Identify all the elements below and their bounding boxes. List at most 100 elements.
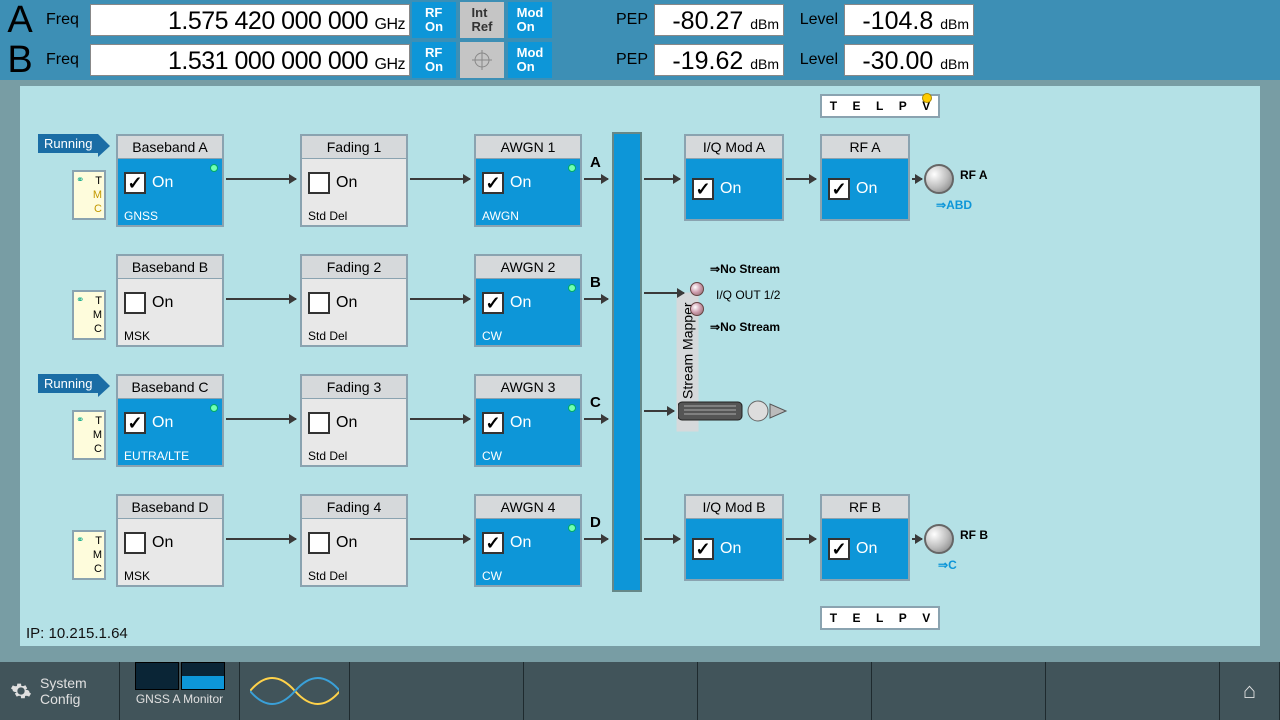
mod-b-toggle[interactable]: Mod On bbox=[508, 42, 552, 78]
iqmod-b-block[interactable]: I/Q Mod B On bbox=[684, 494, 784, 581]
monitor-thumb-icon bbox=[135, 662, 179, 690]
iqmod-a-block[interactable]: I/Q Mod A On bbox=[684, 134, 784, 221]
checkbox-icon[interactable] bbox=[124, 412, 146, 434]
footer-pad bbox=[350, 662, 524, 720]
arrow-icon bbox=[584, 418, 608, 420]
rf-b-conn-label: RF B bbox=[960, 528, 988, 542]
footer-toolbar: System Config GNSS A Monitor ⌂ bbox=[0, 662, 1280, 720]
fading-3-block[interactable]: Fading 3 On Std Del bbox=[300, 374, 408, 467]
checkbox-icon[interactable] bbox=[828, 538, 850, 560]
baseband-d-block[interactable]: Baseband D On MSK bbox=[116, 494, 224, 587]
checkbox-icon[interactable] bbox=[308, 172, 330, 194]
awgn-4-block[interactable]: AWGN 4 On CW bbox=[474, 494, 582, 587]
checkbox-icon[interactable] bbox=[124, 292, 146, 314]
active-dot-icon bbox=[210, 404, 218, 412]
sine-wave-icon bbox=[250, 671, 339, 711]
rf-a-toggle[interactable]: RF On bbox=[412, 2, 456, 38]
gear-icon bbox=[10, 680, 32, 702]
arrow-icon bbox=[912, 538, 922, 540]
freq-a-label: Freq bbox=[40, 11, 90, 29]
level-b-value[interactable]: -30.00 dBm bbox=[844, 44, 974, 76]
checkbox-icon[interactable] bbox=[124, 172, 146, 194]
footer-pad bbox=[1046, 662, 1220, 720]
freq-b-value[interactable]: 1.531 000 000 000 GHz bbox=[90, 44, 410, 76]
rf-b-toggle[interactable]: RF On bbox=[412, 42, 456, 78]
checkbox-icon[interactable] bbox=[828, 178, 850, 200]
baseband-a-block[interactable]: Baseband A On GNSS bbox=[116, 134, 224, 227]
fading-2-block[interactable]: Fading 2 On Std Del bbox=[300, 254, 408, 347]
arrow-icon bbox=[644, 178, 680, 180]
pep-a-value[interactable]: -80.27 dBm bbox=[654, 4, 784, 36]
checkbox-icon[interactable] bbox=[308, 292, 330, 314]
iq-out-label: I/Q OUT 1/2 bbox=[716, 288, 780, 302]
arrow-icon bbox=[410, 418, 470, 420]
rf-b-connector-icon bbox=[924, 524, 954, 554]
active-dot-icon bbox=[210, 164, 218, 172]
footer-pad bbox=[872, 662, 1046, 720]
awgn-3-block[interactable]: AWGN 3 On CW bbox=[474, 374, 582, 467]
gnss-monitor-button[interactable]: GNSS A Monitor bbox=[120, 662, 240, 720]
header-bar: A Freq 1.575 420 000 000 GHz RF On Int R… bbox=[0, 0, 1280, 80]
fading-1-block[interactable]: Fading 1 On Std Del bbox=[300, 134, 408, 227]
checkbox-icon[interactable] bbox=[124, 532, 146, 554]
telpv-indicator-bottom[interactable]: T E L P V bbox=[820, 606, 940, 630]
awgn-2-block[interactable]: AWGN 2 On CW bbox=[474, 254, 582, 347]
graphics-button[interactable] bbox=[240, 662, 350, 720]
monitor-thumb-icon bbox=[181, 662, 225, 690]
system-config-button[interactable]: System Config bbox=[0, 662, 120, 720]
no-stream-top: ⇒No Stream bbox=[710, 262, 780, 276]
led-icon bbox=[922, 93, 932, 103]
checkbox-icon[interactable] bbox=[482, 292, 504, 314]
baseband-b-block[interactable]: Baseband B On MSK bbox=[116, 254, 224, 347]
awgn-1-block[interactable]: AWGN 1 On AWGN bbox=[474, 134, 582, 227]
rf-b-block[interactable]: RF B On bbox=[820, 494, 910, 581]
level-a-label: Level bbox=[784, 11, 844, 29]
arrow-icon bbox=[410, 298, 470, 300]
mod-a-toggle[interactable]: Mod On bbox=[508, 2, 552, 38]
checkbox-icon[interactable] bbox=[308, 532, 330, 554]
sidebadge-b[interactable]: ⚭ T M C bbox=[72, 290, 106, 340]
arrow-icon bbox=[226, 298, 296, 300]
digital-connector-icon bbox=[678, 396, 798, 426]
arrow-icon bbox=[584, 538, 608, 540]
freq-b-label: Freq bbox=[40, 51, 90, 69]
arrow-icon bbox=[226, 178, 296, 180]
header-row-b: B Freq 1.531 000 000 000 GHz RF On Mod O… bbox=[0, 40, 1280, 80]
rf-a-connector-icon bbox=[924, 164, 954, 194]
checkbox-icon[interactable] bbox=[482, 172, 504, 194]
running-badge-a: Running bbox=[38, 134, 98, 153]
active-dot-icon bbox=[568, 404, 576, 412]
rf-a-block[interactable]: RF A On bbox=[820, 134, 910, 221]
channel-a-letter: A bbox=[0, 0, 40, 42]
checkbox-icon[interactable] bbox=[482, 532, 504, 554]
checkbox-icon[interactable] bbox=[692, 178, 714, 200]
sidebadge-a[interactable]: ⚭ T M C bbox=[72, 170, 106, 220]
checkbox-icon[interactable] bbox=[308, 412, 330, 434]
level-b-label: Level bbox=[784, 51, 844, 69]
arrow-icon bbox=[226, 538, 296, 540]
footer-pad bbox=[524, 662, 698, 720]
crosshair-icon bbox=[472, 50, 492, 70]
pep-b-label: PEP bbox=[594, 51, 654, 69]
fading-4-block[interactable]: Fading 4 On Std Del bbox=[300, 494, 408, 587]
sidebadge-d[interactable]: ⚭ T M C bbox=[72, 530, 106, 580]
checkbox-icon[interactable] bbox=[482, 412, 504, 434]
bnc-icon bbox=[690, 302, 704, 316]
baseband-c-block[interactable]: Baseband C On EUTRA/LTE bbox=[116, 374, 224, 467]
header-row-a: A Freq 1.575 420 000 000 GHz RF On Int R… bbox=[0, 0, 1280, 40]
telpv-indicator-top[interactable]: T E L P V bbox=[820, 94, 940, 118]
sidebadge-c[interactable]: ⚭ T M C bbox=[72, 410, 106, 460]
iq-stream-mapper[interactable]: I/Q Stream Mapper bbox=[612, 132, 642, 592]
checkbox-icon[interactable] bbox=[692, 538, 714, 560]
home-icon: ⌂ bbox=[1243, 678, 1256, 704]
home-button[interactable]: ⌂ bbox=[1220, 662, 1280, 720]
freq-a-value[interactable]: 1.575 420 000 000 GHz bbox=[90, 4, 410, 36]
stream-letter-d: D bbox=[590, 514, 601, 531]
arrow-icon bbox=[584, 298, 608, 300]
rf-b-conn-sub: ⇒C bbox=[938, 558, 957, 572]
ref-toggle[interactable]: Int Ref bbox=[460, 2, 504, 38]
level-a-value[interactable]: -104.8 dBm bbox=[844, 4, 974, 36]
pep-b-value[interactable]: -19.62 dBm bbox=[654, 44, 784, 76]
active-dot-icon bbox=[568, 284, 576, 292]
active-dot-icon bbox=[568, 524, 576, 532]
